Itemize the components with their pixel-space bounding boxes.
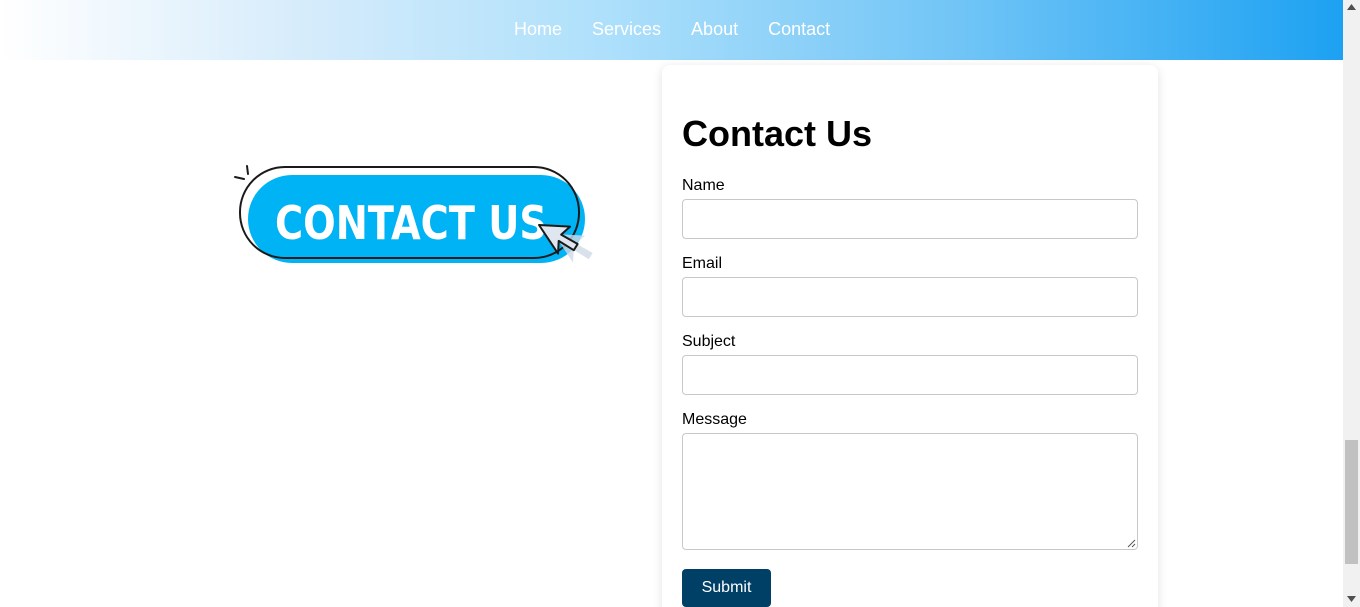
scroll-down-arrow-icon[interactable] xyxy=(1347,596,1356,602)
contact-form-card: Contact Us Name Email Subject Message Su… xyxy=(662,65,1158,607)
submit-button[interactable]: Submit xyxy=(682,569,771,607)
contact-us-illustration: CONTACT US xyxy=(232,160,606,288)
form-title: Contact Us xyxy=(682,113,873,154)
nav-link-services[interactable]: Services xyxy=(592,19,661,40)
name-field[interactable] xyxy=(682,199,1138,239)
nav-link-contact[interactable]: Contact xyxy=(768,19,830,40)
name-label: Name xyxy=(682,177,725,194)
resize-grip-icon[interactable] xyxy=(1127,539,1136,548)
contact-us-logo-text: CONTACT US xyxy=(275,196,547,250)
subject-label: Subject xyxy=(682,333,736,350)
scrollbar-thumb[interactable] xyxy=(1345,440,1358,564)
nav-link-about[interactable]: About xyxy=(691,19,738,40)
contact-us-logo-graphic: CONTACT US xyxy=(234,165,593,263)
page: Home Services About Contact CONTACT US C… xyxy=(0,0,1343,607)
nav-links: Home Services About Contact xyxy=(514,19,860,40)
top-navbar: Home Services About Contact xyxy=(0,0,1343,60)
subject-field[interactable] xyxy=(682,355,1138,395)
vertical-scrollbar[interactable] xyxy=(1343,0,1360,607)
scroll-up-arrow-icon[interactable] xyxy=(1347,4,1356,10)
email-label: Email xyxy=(682,255,723,272)
nav-link-home[interactable]: Home xyxy=(514,19,562,40)
message-textarea[interactable] xyxy=(682,433,1138,550)
message-label: Message xyxy=(682,411,747,428)
email-field[interactable] xyxy=(682,277,1138,317)
